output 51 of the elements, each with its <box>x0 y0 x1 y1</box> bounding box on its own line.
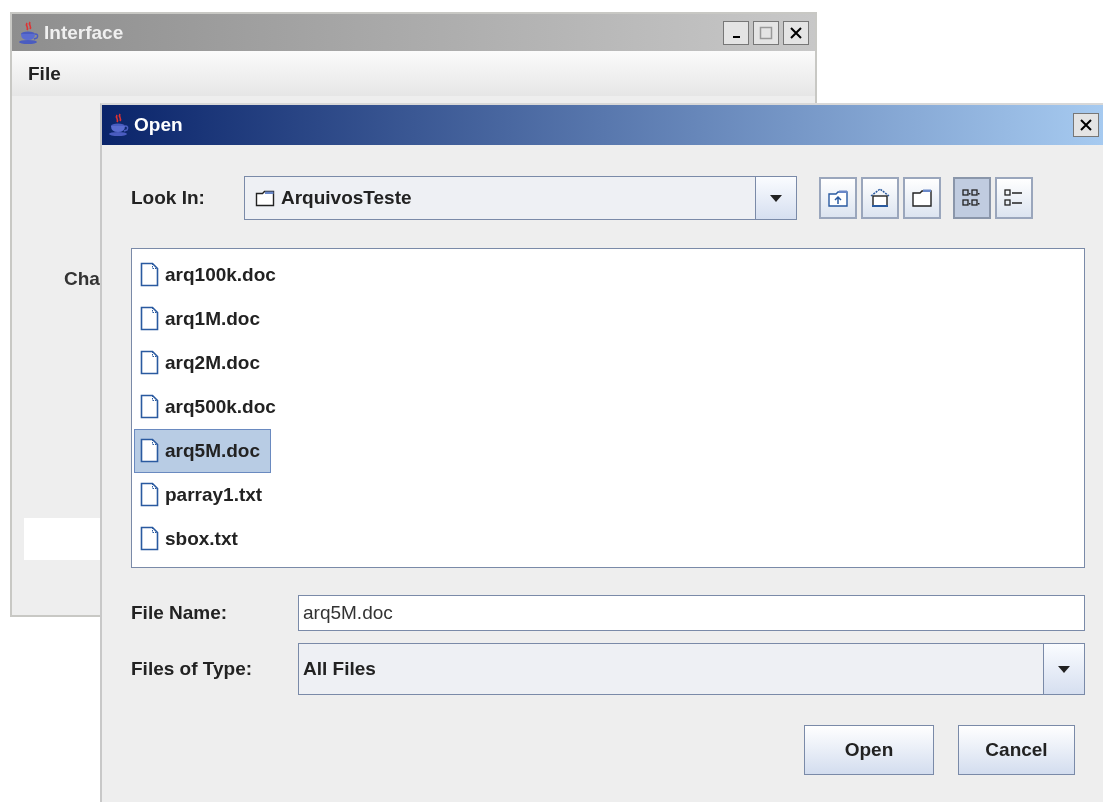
window-title: Interface <box>44 21 125 44</box>
folder-button[interactable] <box>903 177 941 219</box>
file-name-field[interactable]: arq5M.doc <box>298 595 1085 631</box>
minimize-button[interactable] <box>723 20 749 45</box>
close-icon <box>789 25 803 40</box>
close-icon <box>1079 118 1093 132</box>
document-icon <box>140 526 159 552</box>
list-row[interactable]: arq2M.doc <box>134 341 272 385</box>
menu-item[interactable]: File <box>28 62 61 85</box>
document-icon <box>140 438 159 464</box>
document-icon <box>140 306 159 332</box>
dropdown-value: ArquivosTeste <box>281 187 412 209</box>
up-folder-button[interactable] <box>819 177 857 219</box>
folder-icon <box>911 187 933 209</box>
app-icon <box>108 113 130 137</box>
document-icon <box>140 262 159 288</box>
maximize-button[interactable] <box>753 20 779 45</box>
close-button[interactable] <box>1073 113 1099 137</box>
close-button[interactable] <box>783 20 809 45</box>
folder-icon <box>255 189 275 207</box>
field-label: File Name: <box>131 602 229 624</box>
open-button[interactable]: Open <box>804 725 934 775</box>
list-row[interactable]: arq500k.doc <box>134 385 287 429</box>
field-label: Files of Type: <box>131 658 254 680</box>
text-field[interactable] <box>24 518 102 560</box>
dropdown-arrow-icon <box>1057 664 1071 674</box>
list-row[interactable]: arq1M.doc <box>134 297 272 341</box>
details-view-button[interactable] <box>995 177 1033 219</box>
list-view-button[interactable] <box>953 177 991 219</box>
folder-dropdown[interactable]: ArquivosTeste <box>244 176 797 220</box>
list-view-icon <box>961 187 983 209</box>
minimize-icon <box>732 35 740 38</box>
list-row[interactable]: arq100k.doc <box>134 253 287 297</box>
label: Cha <box>64 268 100 290</box>
maximize-icon <box>759 25 773 40</box>
dropdown-value: All Files <box>303 658 376 680</box>
document-icon <box>140 394 159 420</box>
document-icon <box>140 350 159 376</box>
field-label: Look In: <box>131 187 206 209</box>
home-button[interactable] <box>861 177 899 219</box>
details-view-icon <box>1003 187 1025 209</box>
app-icon <box>18 20 40 45</box>
file-type-dropdown[interactable]: All Files <box>298 643 1085 695</box>
list-row[interactable]: arq5M.doc <box>134 429 272 473</box>
home-icon <box>869 187 891 209</box>
list-row[interactable]: sbox.txt <box>134 517 249 561</box>
dialog-title: Open <box>134 114 184 136</box>
list-row[interactable]: parray1.txt <box>134 473 274 517</box>
dropdown-arrow-icon <box>769 193 783 203</box>
document-icon <box>140 482 159 508</box>
cancel-button[interactable]: Cancel <box>958 725 1075 775</box>
